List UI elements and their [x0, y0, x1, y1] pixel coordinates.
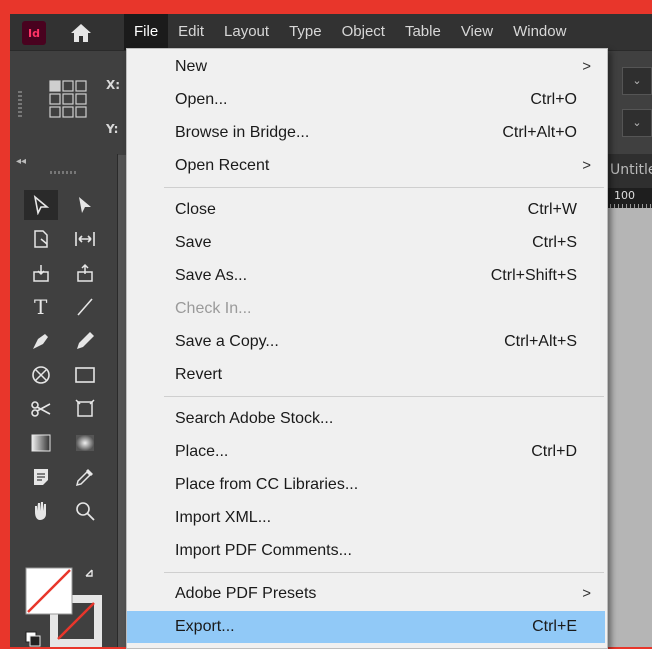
indesign-logo: Id [22, 21, 46, 45]
menu-type[interactable]: Type [279, 14, 332, 50]
menu-item-export[interactable]: Export... Ctrl+E [127, 611, 605, 643]
menu-item-revert[interactable]: Revert [127, 359, 605, 391]
menu-item-open-recent[interactable]: Open Recent > [127, 150, 605, 182]
zoom-tool-icon[interactable] [68, 496, 102, 526]
menu-item-label: Export... [175, 618, 235, 635]
pen-tool-icon[interactable] [24, 326, 58, 356]
rectangle-frame-tool-icon[interactable] [24, 360, 58, 390]
note-tool-icon[interactable] [24, 462, 58, 492]
free-transform-tool-icon[interactable] [68, 394, 102, 424]
content-collector-icon[interactable] [24, 258, 58, 288]
menu-item-label: Search Adobe Stock... [175, 410, 334, 427]
gradient-swatch-tool-icon[interactable] [24, 428, 58, 458]
menu-item-label: Open Recent [175, 157, 270, 174]
menu-item-label: Adobe PDF Presets [175, 585, 317, 602]
menu-item-label: New [175, 58, 208, 75]
submenu-arrow-icon: > [582, 585, 591, 602]
menu-bar: Id File Edit Layout Type Object Table Vi… [10, 14, 652, 50]
x-label: X: [106, 78, 121, 92]
menu-table[interactable]: Table [395, 14, 451, 50]
menu-item-adobe-pdf-presets[interactable]: Adobe PDF Presets > [127, 578, 605, 610]
eyedropper-tool-icon[interactable] [68, 462, 102, 492]
file-menu-dropdown: New > Open... Ctrl+O Browse in Bridge...… [126, 48, 608, 649]
selection-tool-icon[interactable] [24, 190, 58, 220]
menu-item-place[interactable]: Place... Ctrl+D [127, 436, 605, 468]
menu-item-label: Import XML... [175, 509, 272, 526]
menu-item-import-xml[interactable]: Import XML... [127, 502, 605, 534]
menu-item-label: Save [175, 234, 212, 251]
tools-panel: ◂◂ T [10, 154, 118, 647]
menu-item-place-from-cc-libraries[interactable]: Place from CC Libraries... [127, 469, 605, 501]
gradient-feather-tool-icon[interactable] [68, 428, 102, 458]
svg-text:T: T [34, 296, 48, 318]
menu-item-search-adobe-stock[interactable]: Search Adobe Stock... [127, 403, 605, 435]
submenu-arrow-icon: > [582, 157, 591, 174]
content-placer-icon[interactable] [68, 258, 102, 288]
menu-item-browse-in-bridge[interactable]: Browse in Bridge... Ctrl+Alt+O [127, 117, 605, 149]
scissors-tool-icon[interactable] [24, 394, 58, 424]
type-tool-icon[interactable]: T [24, 292, 58, 322]
menu-object[interactable]: Object [332, 14, 395, 50]
menu-item-check-in: Check In... [127, 293, 605, 325]
line-tool-icon[interactable] [68, 292, 102, 322]
menu-item-label: Save a Copy... [175, 333, 279, 350]
menu-item-save[interactable]: Save Ctrl+S [127, 227, 605, 259]
menu-item-save-a-copy[interactable]: Save a Copy... Ctrl+Alt+S [127, 326, 605, 358]
fill-stroke-swatches[interactable] [24, 566, 104, 647]
pasteboard [606, 208, 652, 647]
menu-file[interactable]: File [124, 14, 169, 50]
menu-item-label: Place from CC Libraries... [175, 476, 359, 493]
hand-tool-icon[interactable] [24, 496, 58, 526]
menu-item-open[interactable]: Open... Ctrl+O [127, 84, 605, 116]
menu-item-shortcut: Ctrl+W [527, 201, 577, 218]
tools-grip[interactable] [50, 171, 76, 174]
menu-view[interactable]: View [451, 14, 503, 50]
direct-selection-tool-icon[interactable] [68, 190, 102, 220]
menu-item-close[interactable]: Close Ctrl+W [127, 194, 605, 226]
menu-item-shortcut: Ctrl+Alt+S [504, 333, 577, 350]
menu-item-label: Save As... [175, 267, 248, 284]
panel-grip[interactable] [18, 91, 22, 117]
y-label: Y: [106, 122, 119, 136]
menu-separator [164, 572, 604, 573]
menu-item-shortcut: Ctrl+E [532, 618, 577, 635]
submenu-arrow-icon: > [582, 58, 591, 75]
menu-list: File Edit Layout Type Object Table View … [124, 14, 576, 50]
menu-edit[interactable]: Edit [168, 14, 214, 50]
menu-item-shortcut: Ctrl+D [531, 443, 577, 460]
menu-item-import-pdf-comments[interactable]: Import PDF Comments... [127, 535, 605, 567]
pencil-tool-icon[interactable] [68, 326, 102, 356]
page-tool-icon[interactable] [24, 224, 58, 254]
menu-item-shortcut: Ctrl+S [532, 234, 577, 251]
ruler-value: 100 [614, 189, 635, 202]
menu-window[interactable]: Window [503, 14, 576, 50]
menu-layout[interactable]: Layout [214, 14, 279, 50]
rectangle-tool-icon[interactable] [68, 360, 102, 390]
menu-item-label: Close [175, 201, 216, 218]
gap-tool-icon[interactable] [68, 224, 102, 254]
menu-item-label: Open... [175, 91, 228, 108]
menu-item-label: Import PDF Comments... [175, 542, 352, 559]
chevron-down-icon[interactable]: ⌄ [622, 67, 652, 95]
menu-item-label: Browse in Bridge... [175, 124, 310, 141]
menu-separator [164, 396, 604, 397]
chevron-down-icon[interactable]: ⌄ [622, 109, 652, 137]
menu-item-shortcut: Ctrl+Shift+S [490, 267, 577, 284]
horizontal-ruler: 100 [606, 188, 652, 208]
menu-item-shortcut: Ctrl+Alt+O [502, 124, 577, 141]
collapse-panel-icon[interactable]: ◂◂ [16, 156, 26, 167]
menu-item-new[interactable]: New > [127, 51, 605, 83]
menu-separator [164, 187, 604, 188]
home-icon[interactable] [70, 23, 92, 43]
reference-point-icon[interactable] [48, 79, 88, 119]
menu-item-shortcut: Ctrl+O [530, 91, 577, 108]
menu-item-label: Revert [175, 366, 223, 383]
menu-item-save-as[interactable]: Save As... Ctrl+Shift+S [127, 260, 605, 292]
menu-item-label: Place... [175, 443, 229, 460]
menu-item-label: Check In... [175, 300, 252, 317]
